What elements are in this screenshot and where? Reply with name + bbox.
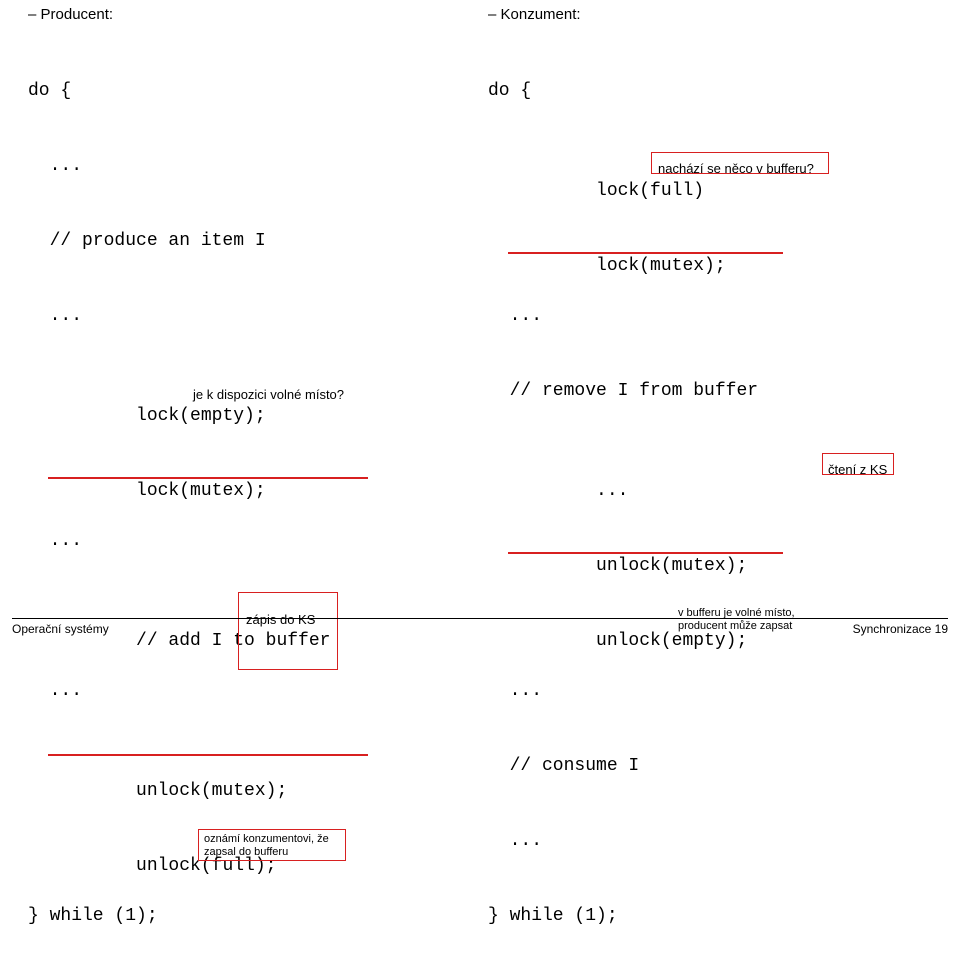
producer-code: do { ... // produce an item I ... lock(e… <box>28 29 468 979</box>
code-text: do { <box>28 81 71 101</box>
code-line: lock(full) nachází se něco v bufferu? <box>488 154 936 179</box>
code-text: ... <box>488 681 542 701</box>
code-line: // produce an item I <box>28 229 468 254</box>
annotation-empty-question: je k dispozici volné místo? <box>193 382 344 407</box>
consumer-code: do { lock(full) nachází se něco v buffer… <box>488 29 936 979</box>
code-text: ... <box>28 681 82 701</box>
code-line: ... <box>488 829 936 854</box>
code-text: unlock(mutex); <box>574 556 747 576</box>
code-line: // remove I from buffer <box>488 379 936 404</box>
code-line: ... čtení z KS <box>488 454 936 479</box>
code-line: } while (1); <box>28 904 468 929</box>
code-line: do { <box>28 79 468 104</box>
code-text: lock(full) <box>574 181 704 201</box>
code-line: } while (1); <box>488 904 936 929</box>
code-line: do { <box>488 79 936 104</box>
red-underline <box>48 477 368 479</box>
code-line: lock(mutex); <box>488 229 936 254</box>
code-text: } while (1); <box>488 906 618 926</box>
code-line: // consume I <box>488 754 936 779</box>
code-line: ... <box>28 679 468 704</box>
code-line: ... <box>28 304 468 329</box>
code-text: // produce an item I <box>28 231 266 251</box>
red-underline <box>508 252 783 254</box>
code-text: unlock(mutex); <box>114 781 287 801</box>
code-line: lock(empty); je k dispozici volné místo? <box>28 379 468 404</box>
code-line: ... <box>28 529 468 554</box>
code-text: lock(empty); <box>114 406 265 426</box>
red-underline <box>508 552 783 554</box>
code-line: lock(mutex); <box>28 454 468 479</box>
red-box-notify <box>198 829 346 861</box>
code-text: lock(mutex); <box>574 256 725 276</box>
code-line: ... <box>28 154 468 179</box>
code-text: ... <box>574 481 628 501</box>
code-text: lock(mutex); <box>114 481 265 501</box>
code-text: ... <box>28 531 82 551</box>
code-text: ... <box>28 306 82 326</box>
code-text: ... <box>488 306 542 326</box>
footer: Operační systémy Synchronizace 19 <box>12 618 948 636</box>
red-underline <box>48 754 368 756</box>
producer-heading: – Producent: <box>28 6 468 23</box>
red-box-read-cs <box>822 453 894 475</box>
code-text: } while (1); <box>28 906 158 926</box>
footer-right: Synchronizace 19 <box>853 622 948 636</box>
code-text: ... <box>488 831 542 851</box>
code-line: unlock(mutex); <box>488 529 936 554</box>
code-text: // remove I from buffer <box>488 381 758 401</box>
code-text: // consume I <box>488 756 639 776</box>
code-line: unlock(full); oznámí konzumentovi, že za… <box>28 829 468 854</box>
code-line: ... <box>488 679 936 704</box>
footer-left: Operační systémy <box>12 622 109 636</box>
code-line: unlock(mutex); <box>28 754 468 779</box>
code-text: ... <box>28 156 82 176</box>
code-text: do { <box>488 81 531 101</box>
code-line: ... <box>488 304 936 329</box>
red-box-full-question <box>651 152 829 174</box>
consumer-heading: – Konzument: <box>488 6 936 23</box>
